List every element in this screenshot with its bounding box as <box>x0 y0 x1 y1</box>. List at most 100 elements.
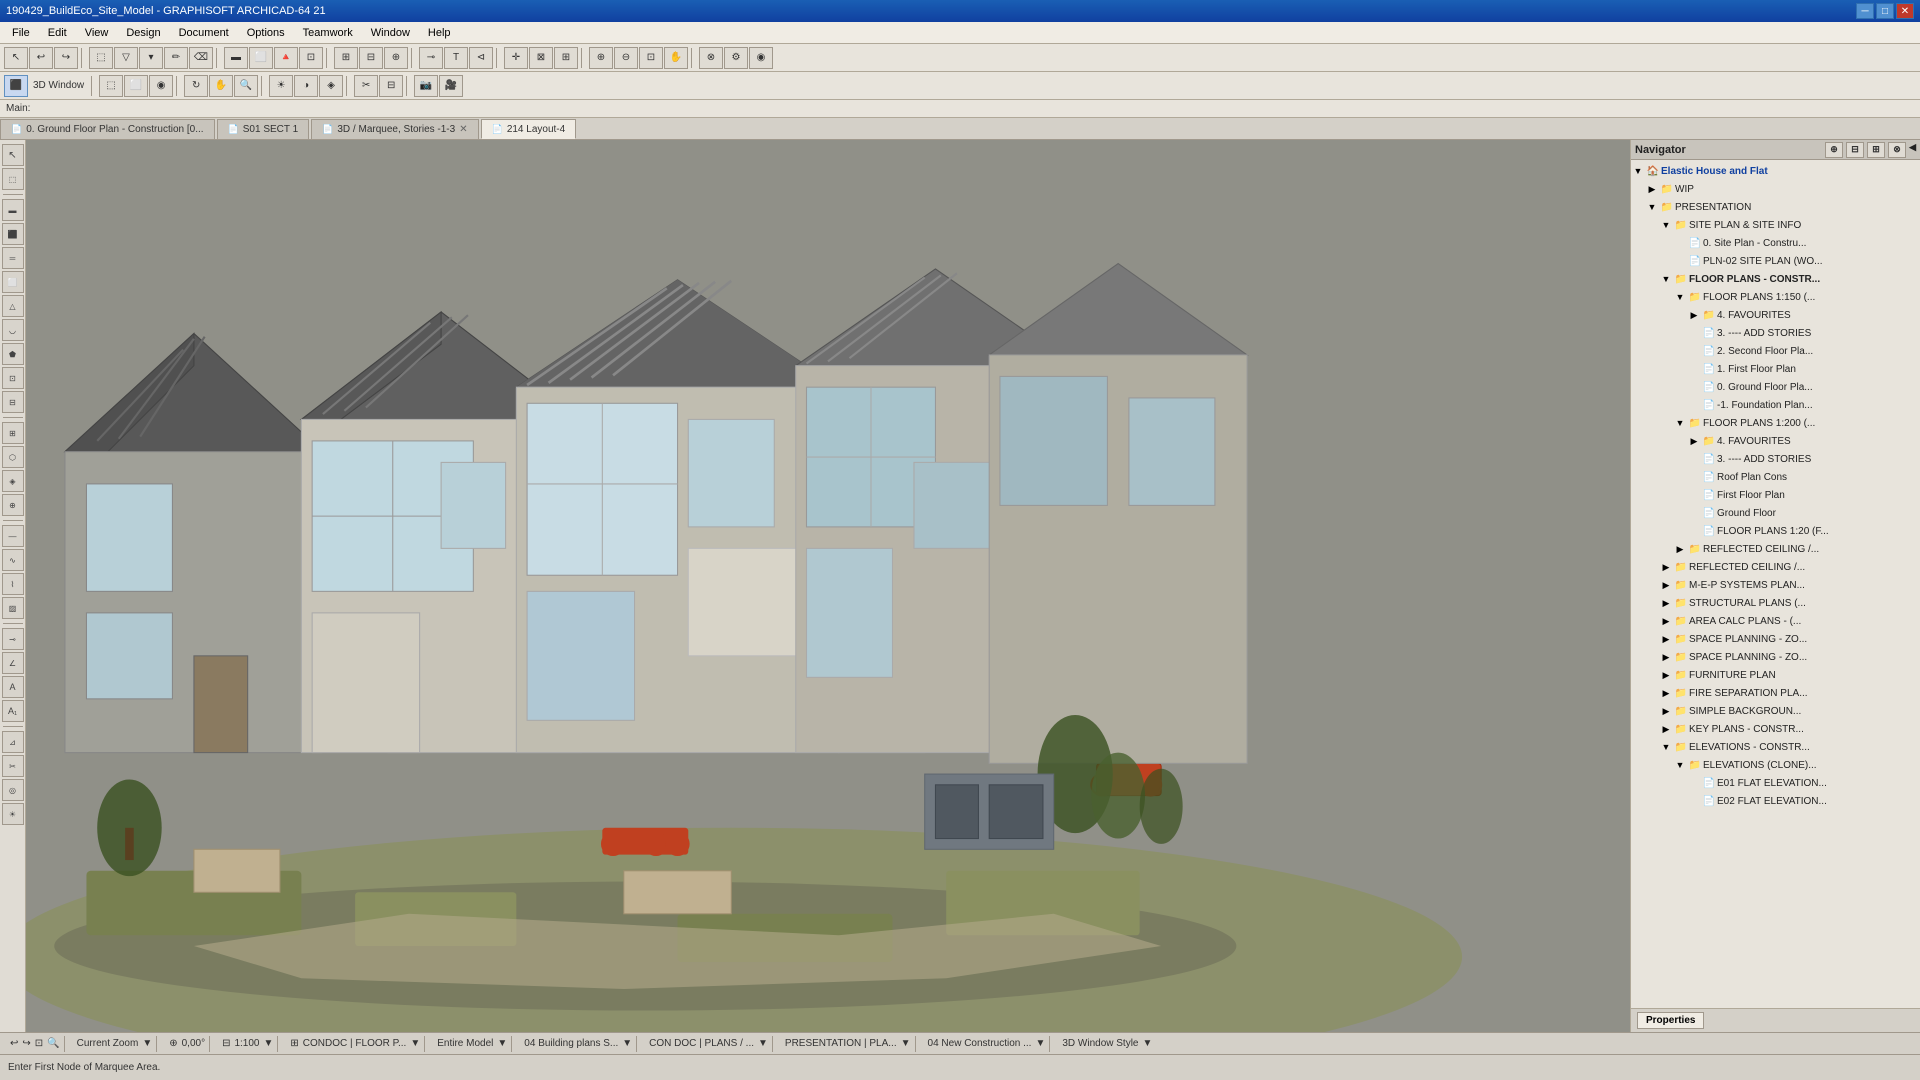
cam2-btn[interactable]: 🎥 <box>439 75 463 97</box>
toggle-favs2[interactable]: ▶ <box>1687 434 1701 448</box>
guide-btn[interactable]: ⊠ <box>529 47 553 69</box>
tree-fp-120[interactable]: ▶ 📁 REFLECTED CEILING /... <box>1631 540 1920 558</box>
toggle-wip[interactable]: ▶ <box>1645 182 1659 196</box>
zoom-in-icon[interactable]: 🔍 <box>47 1038 59 1049</box>
object-btn[interactable]: ⊕ <box>384 47 408 69</box>
maximize-button[interactable]: □ <box>1876 3 1894 19</box>
lt-window[interactable]: ⬡ <box>2 446 24 468</box>
toggle-furniture[interactable]: ▶ <box>1659 668 1673 682</box>
lt-poly[interactable]: ⌇ <box>2 573 24 595</box>
tree-ground-floor1[interactable]: ▶ 📄 0. Ground Floor Pla... <box>1631 378 1920 396</box>
eraser-btn[interactable]: ⌫ <box>189 47 213 69</box>
arrow-tool[interactable]: ↖ <box>4 47 28 69</box>
lt-roof[interactable]: △ <box>2 295 24 317</box>
tree-addstories1[interactable]: ▶ 📄 3. ---- ADD STORIES <box>1631 324 1920 342</box>
zoom-in-btn[interactable]: ⊕ <box>589 47 613 69</box>
tree-container[interactable]: ▼ 🏠 Elastic House and Flat ▶ 📁 WIP ▼ 📁 <box>1631 160 1920 1008</box>
tree-presentation[interactable]: ▼ 📁 PRESENTATION <box>1631 198 1920 216</box>
layer-btn[interactable]: ⊗ <box>699 47 723 69</box>
tree-area-calc[interactable]: ▶ 📁 SPACE PLANNING - ZO... <box>1631 630 1920 648</box>
lt-stair[interactable]: ⊡ <box>2 367 24 389</box>
tree-favs1[interactable]: ▶ 📁 4. FAVOURITES <box>1631 306 1920 324</box>
lt-angle[interactable]: ∠ <box>2 652 24 674</box>
toggle-room-finish[interactable]: ▶ <box>1659 578 1673 592</box>
lt-zone[interactable]: ⊿ <box>2 731 24 753</box>
lt-select[interactable]: ↖ <box>2 144 24 166</box>
nav-btn4[interactable]: ⊗ <box>1888 142 1906 158</box>
menu-teamwork[interactable]: Teamwork <box>295 25 361 41</box>
lt-detail[interactable]: ✂ <box>2 755 24 777</box>
tree-pln02[interactable]: ▶ 📄 PLN-02 SITE PLAN (WO... <box>1631 252 1920 270</box>
menu-file[interactable]: File <box>4 25 38 41</box>
toggle-fp-120[interactable]: ▶ <box>1673 542 1687 556</box>
lt-fill[interactable]: ▨ <box>2 597 24 619</box>
door-btn[interactable]: ⊞ <box>334 47 358 69</box>
tree-reflected[interactable]: ▶ 📁 REFLECTED CEILING /... <box>1631 558 1920 576</box>
orbit-btn[interactable]: ↻ <box>184 75 208 97</box>
close-button[interactable]: ✕ <box>1896 3 1914 19</box>
lt-label[interactable]: A₁ <box>2 700 24 722</box>
menu-help[interactable]: Help <box>420 25 459 41</box>
toggle-fire-sep[interactable]: ▶ <box>1659 686 1673 700</box>
tree-addstories2[interactable]: ▶ 📄 3. ---- ADD STORIES <box>1631 450 1920 468</box>
nav-btn2[interactable]: ⊟ <box>1846 142 1864 158</box>
toggle-elevations[interactable]: ▼ <box>1659 740 1673 754</box>
lt-door[interactable]: ⊞ <box>2 422 24 444</box>
view-mode2[interactable]: ⬜ <box>124 75 148 97</box>
tree-elev-clone[interactable]: ▼ 📁 ELEVATIONS (CLONE)... <box>1631 756 1920 774</box>
tree-simple-bg[interactable]: ▶ 📁 SIMPLE BACKGROUN... <box>1631 702 1920 720</box>
menu-edit[interactable]: Edit <box>40 25 75 41</box>
zoom-arrow[interactable]: ▼ <box>142 1038 152 1049</box>
3d-window-btn[interactable]: ⬛ <box>4 75 28 97</box>
zoom-out-btn[interactable]: ⊖ <box>614 47 638 69</box>
tree-fp-1200[interactable]: ▼ 📁 FLOOR PLANS 1:200 (... <box>1631 414 1920 432</box>
stair-btn[interactable]: ⊡ <box>299 47 323 69</box>
fit-btn[interactable]: ⊡ <box>639 47 663 69</box>
toggle-presentation[interactable]: ▼ <box>1645 200 1659 214</box>
toggle-floor-const[interactable]: ▼ <box>1659 272 1673 286</box>
rp-tab-properties[interactable]: Properties <box>1637 1012 1704 1029</box>
dim-btn[interactable]: ⊸ <box>419 47 443 69</box>
settings-btn[interactable]: ⚙ <box>724 47 748 69</box>
lt-rail[interactable]: ⊟ <box>2 391 24 413</box>
label-btn[interactable]: ⊲ <box>469 47 493 69</box>
tab-ground-floor[interactable]: 📄 0. Ground Floor Plan - Construction [0… <box>0 119 215 139</box>
toggle-space-planning[interactable]: ▶ <box>1659 650 1673 664</box>
tree-wip[interactable]: ▶ 📁 WIP <box>1631 180 1920 198</box>
tree-site-plan[interactable]: ▼ 📁 SITE PLAN & SITE INFO <box>1631 216 1920 234</box>
light-btn[interactable]: ☀ <box>269 75 293 97</box>
toggle-reflected[interactable]: ▶ <box>1659 560 1673 574</box>
window-btn[interactable]: ⊟ <box>359 47 383 69</box>
tree-ground-floor2[interactable]: ▶ 📄 Ground Floor <box>1631 504 1920 522</box>
toggle-favs1[interactable]: ▶ <box>1687 308 1701 322</box>
minimize-button[interactable]: ─ <box>1856 3 1874 19</box>
layer-arrow[interactable]: ▼ <box>410 1038 420 1049</box>
pencil-btn[interactable]: ✏ <box>164 47 188 69</box>
toggle-key-plans[interactable]: ▶ <box>1659 722 1673 736</box>
pres-arrow[interactable]: ▼ <box>901 1038 911 1049</box>
main-viewport[interactable] <box>26 140 1630 1032</box>
doc-arrow[interactable]: ▼ <box>758 1038 768 1049</box>
redo-btn[interactable]: ↪ <box>54 47 78 69</box>
tree-first-floor1[interactable]: ▶ 📄 1. First Floor Plan <box>1631 360 1920 378</box>
view-mode1[interactable]: ⬚ <box>99 75 123 97</box>
wall-btn[interactable]: ▬ <box>224 47 248 69</box>
menu-design[interactable]: Design <box>118 25 168 41</box>
tree-foundation2[interactable]: ▶ 📄 FLOOR PLANS 1:20 (F... <box>1631 522 1920 540</box>
lt-rect[interactable]: ⬚ <box>2 168 24 190</box>
tab-layout[interactable]: 📄 214 Layout-4 <box>481 119 577 139</box>
tab-sect1[interactable]: 📄 S01 SECT 1 <box>217 119 310 139</box>
lt-cam[interactable]: ◎ <box>2 779 24 801</box>
lt-line[interactable]: — <box>2 525 24 547</box>
tree-fp-1150[interactable]: ▼ 📁 FLOOR PLANS 1:150 (... <box>1631 288 1920 306</box>
grid-btn[interactable]: ⊞ <box>554 47 578 69</box>
lt-beam[interactable]: ═ <box>2 247 24 269</box>
lt-sun[interactable]: ☀ <box>2 803 24 825</box>
tree-mep[interactable]: ▶ 📁 STRUCTURAL PLANS (... <box>1631 594 1920 612</box>
tree-elevations[interactable]: ▼ 📁 ELEVATIONS - CONSTR... <box>1631 738 1920 756</box>
mat-btn[interactable]: ◈ <box>319 75 343 97</box>
tree-e01[interactable]: ▶ 📄 E01 FLAT ELEVATION... <box>1631 774 1920 792</box>
nav-btn1[interactable]: ⊕ <box>1825 142 1843 158</box>
tree-furniture[interactable]: ▶ 📁 FURNITURE PLAN <box>1631 666 1920 684</box>
undo-btn[interactable]: ↩ <box>29 47 53 69</box>
